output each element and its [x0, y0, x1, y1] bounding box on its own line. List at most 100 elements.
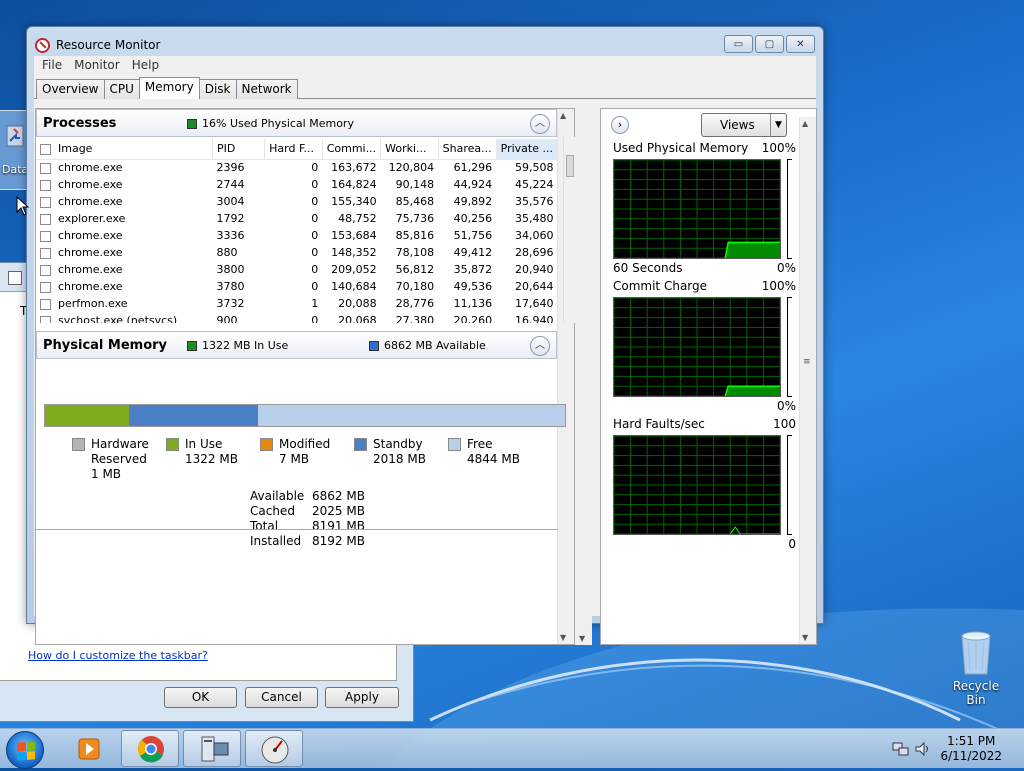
scroll-down-icon[interactable]: ▼ — [560, 633, 566, 642]
close-button[interactable]: ✕ — [786, 35, 815, 53]
table-row[interactable]: chrome.exe30040155,34085,46849,89235,576 — [36, 193, 558, 210]
graph-area — [725, 242, 780, 258]
table-row[interactable]: chrome.exe8800148,35278,10849,41228,696 — [36, 244, 558, 261]
graphs-scroll-grip[interactable]: ≡ — [803, 357, 811, 367]
process-cell: 0 — [265, 159, 323, 176]
process-cell: 140,684 — [322, 278, 380, 295]
graph-title: Commit Charge — [613, 279, 707, 293]
legend-in-use: In Use1322 MB — [166, 437, 265, 467]
process-cell: 3800 — [212, 261, 264, 278]
customize-taskbar-link[interactable]: How do I customize the taskbar? — [28, 649, 208, 662]
graphs-scroll-up-icon[interactable]: ▲ — [802, 119, 808, 128]
shortcut-icon — [6, 125, 24, 147]
usage-graph — [613, 159, 781, 259]
process-checkbox[interactable] — [40, 299, 51, 310]
network-icon[interactable] — [892, 741, 910, 757]
table-row[interactable]: perfmon.exe3732120,08828,77611,13617,640 — [36, 295, 558, 312]
legend-hardware-reserved: Hardware Reserved1 MB — [72, 437, 151, 482]
clock[interactable]: 1:51 PM 6/11/2022 — [940, 734, 1002, 764]
table-row[interactable]: chrome.exe37800140,68470,18049,53620,644 — [36, 278, 558, 295]
select-all-checkbox[interactable] — [40, 144, 51, 155]
menu-help[interactable]: Help — [128, 56, 167, 75]
physical-memory-header[interactable]: Physical Memory 1322 MB In Use 6862 MB A… — [36, 331, 557, 359]
tab-strip: Overview CPU Memory Disk Network — [36, 77, 297, 99]
legend-label: Free — [467, 437, 547, 452]
table-row[interactable]: chrome.exe23960163,672120,80461,29659,50… — [36, 159, 558, 176]
process-cell: 0 — [265, 312, 323, 323]
table-row[interactable]: svchost.exe (netsvcs)900020,06827,38020,… — [36, 312, 558, 323]
process-checkbox[interactable] — [40, 231, 51, 242]
taskbar-chrome[interactable] — [121, 730, 179, 767]
process-checkbox[interactable] — [40, 316, 51, 324]
processes-header[interactable]: Processes 16% Used Physical Memory ︿ — [36, 109, 557, 137]
col-private[interactable]: Private ... — [496, 139, 557, 159]
maximize-button[interactable]: ▢ — [755, 35, 784, 53]
menu-monitor[interactable]: Monitor — [70, 56, 128, 75]
process-cell: 35,872 — [438, 261, 496, 278]
cancel-button[interactable]: Cancel — [245, 687, 318, 708]
in-use-swatch — [187, 341, 197, 351]
recycle-bin-icon[interactable]: Recycle Bin — [944, 630, 1008, 707]
table-row[interactable]: chrome.exe33360153,68485,81651,75634,060 — [36, 227, 558, 244]
process-checkbox[interactable] — [40, 248, 51, 259]
table-row[interactable]: chrome.exe38000209,05256,81235,87220,940 — [36, 261, 558, 278]
process-checkbox[interactable] — [40, 180, 51, 191]
col-image[interactable]: Image — [36, 139, 212, 159]
scroll-up-icon[interactable]: ▲ — [560, 111, 566, 120]
col-hard-faults[interactable]: Hard F... — [265, 139, 323, 159]
table-row[interactable]: explorer.exe1792048,75275,73640,25635,48… — [36, 210, 558, 227]
process-checkbox[interactable] — [40, 197, 51, 208]
pane-splitter[interactable]: ▼ — [575, 108, 592, 645]
total-label: Installed — [250, 534, 312, 549]
views-label: Views — [720, 118, 755, 132]
expand-left-icon[interactable]: › — [611, 116, 629, 134]
menu-bar: File Monitor Help — [34, 56, 816, 75]
legend-free: Free4844 MB — [448, 437, 547, 467]
col-commit[interactable]: Commi... — [322, 139, 380, 159]
process-checkbox[interactable] — [40, 265, 51, 276]
ok-button[interactable]: OK — [164, 687, 237, 708]
process-cell: 209,052 — [322, 261, 380, 278]
volume-icon[interactable] — [914, 741, 932, 757]
processes-table-container: Image PID Hard F... Commi... Worki... Sh… — [36, 137, 576, 323]
table-row[interactable]: chrome.exe27440164,82490,14844,92445,224 — [36, 176, 558, 193]
chevron-down-icon: ▼ — [770, 114, 786, 136]
process-checkbox[interactable] — [40, 214, 51, 225]
process-cell: 27,380 — [381, 312, 439, 323]
tab-network[interactable]: Network — [236, 79, 298, 99]
graphs-scroll-down-icon[interactable]: ▼ — [802, 633, 808, 642]
process-cell: 56,812 — [381, 261, 439, 278]
views-button[interactable]: Views ▼ — [701, 113, 787, 137]
minimize-button[interactable]: ▭ — [724, 35, 753, 53]
desktop-icon-data[interactable]: Data — [0, 110, 28, 190]
taskbar-resource-monitor[interactable] — [245, 730, 303, 767]
splitter-down-icon[interactable]: ▼ — [579, 634, 585, 643]
processes-scroll-thumb[interactable] — [566, 155, 574, 177]
tab-memory[interactable]: Memory — [139, 77, 200, 99]
title-bar[interactable]: Resource Monitor — [35, 36, 160, 54]
graph-title: Hard Faults/sec — [613, 417, 705, 431]
col-pid[interactable]: PID — [212, 139, 264, 159]
tab-overview[interactable]: Overview — [36, 79, 105, 99]
col-working-set[interactable]: Worki... — [381, 139, 439, 159]
taskbar-media-player[interactable] — [60, 730, 118, 767]
graphs-scrollbar[interactable]: ▲ ≡ ▼ — [799, 117, 816, 644]
process-cell: 40,256 — [438, 210, 496, 227]
process-cell: 2744 — [212, 176, 264, 193]
tab-disk[interactable]: Disk — [199, 79, 237, 99]
tab-cpu[interactable]: CPU — [104, 79, 140, 99]
col-shareable[interactable]: Sharea... — [438, 139, 496, 159]
apply-button[interactable]: Apply — [325, 687, 399, 708]
process-cell: 900 — [212, 312, 264, 323]
processes-status: 16% Used Physical Memory — [187, 117, 354, 130]
menu-file[interactable]: File — [38, 56, 70, 75]
process-cell: 85,468 — [381, 193, 439, 210]
collapse-physical-memory-icon[interactable]: ︿ — [530, 336, 550, 356]
collapse-processes-icon[interactable]: ︿ — [530, 114, 550, 134]
process-checkbox[interactable] — [40, 163, 51, 174]
process-cell: 51,756 — [438, 227, 496, 244]
taskbar-computer-management[interactable] — [183, 730, 241, 767]
process-image-cell: explorer.exe — [36, 210, 212, 227]
process-checkbox[interactable] — [40, 282, 51, 293]
start-button[interactable] — [6, 731, 44, 769]
